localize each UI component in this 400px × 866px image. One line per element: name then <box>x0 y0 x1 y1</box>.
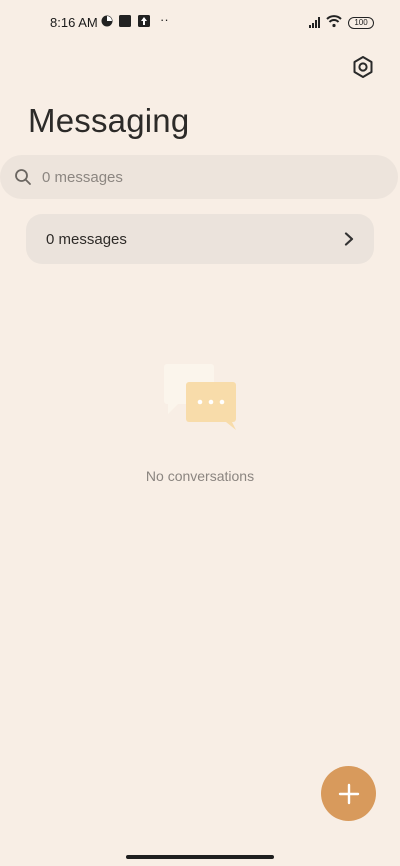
home-indicator[interactable] <box>126 855 274 859</box>
status-time: 8:16 AM <box>50 15 98 30</box>
search-input[interactable] <box>42 165 362 189</box>
data-saver-icon <box>101 15 113 27</box>
page-title: Messaging <box>28 102 190 139</box>
settings-hex-icon[interactable] <box>350 54 376 80</box>
messages-summary-card[interactable]: 0 messages <box>26 214 374 264</box>
chat-bubbles-icon <box>164 364 236 430</box>
wifi-icon <box>326 15 342 28</box>
new-conversation-button[interactable] <box>321 766 376 821</box>
more-notifications: ·· <box>160 12 169 27</box>
search-icon <box>15 169 31 185</box>
plus-icon <box>338 783 359 804</box>
signal-icon <box>309 17 320 28</box>
messages-summary-label: 0 messages <box>46 231 127 248</box>
chevron-right-icon <box>344 232 354 246</box>
empty-state-text: No conversations <box>145 468 255 484</box>
status-bar: 8:16 AM ·· 100 <box>0 0 400 44</box>
upload-notification-icon <box>138 15 150 27</box>
search-bar[interactable] <box>0 155 398 199</box>
battery-indicator: 100 <box>348 17 374 29</box>
notification-app-icon <box>119 15 131 27</box>
